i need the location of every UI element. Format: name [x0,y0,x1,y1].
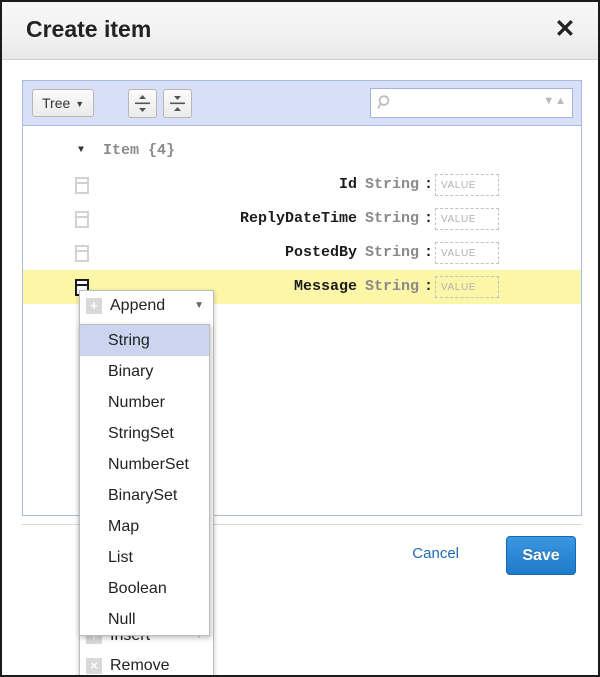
field-colon: : [424,278,433,295]
editor-toolbar: Tree ▼ [23,81,581,126]
cancel-button[interactable]: Cancel [412,545,459,562]
field-value-input[interactable]: VALUE [435,276,499,298]
dialog-header: Create item ✕ [2,2,598,60]
field-value-input[interactable]: VALUE [435,242,499,264]
field-type: String [365,278,419,295]
menu-item-append[interactable]: + Append ▼ [80,291,213,321]
search-nav-controls[interactable]: ▼▲ [543,95,567,107]
menu-item-label: Remove [110,657,170,674]
submenu-item-null[interactable]: Null [80,604,209,635]
type-submenu: String Binary Number StringSet NumberSet… [79,324,210,636]
create-item-dialog: Create item ✕ Tree ▼ [0,0,600,677]
field-colon: : [424,210,433,227]
chevron-down-icon[interactable]: ▼ [78,134,84,168]
tree-row-content: PostedByString: VALUE [133,236,433,273]
menu-item-remove[interactable]: × Remove [80,651,213,677]
expand-all-icon[interactable] [128,89,157,118]
plus-icon: + [86,298,102,314]
field-colon: : [424,244,433,261]
submenu-item-stringset[interactable]: StringSet [80,418,209,449]
field-type: String [365,176,419,193]
field-value-input[interactable]: VALUE [435,208,499,230]
submenu-item-string[interactable]: String [80,325,209,356]
field-icon[interactable] [75,211,89,228]
submenu-item-binary[interactable]: Binary [80,356,209,387]
field-value-input[interactable]: VALUE [435,174,499,196]
field-type: String [365,210,419,227]
tree-root-row[interactable]: ▼ Item {4} [23,134,581,168]
search-input[interactable] [399,89,533,119]
page-title: Create item [26,16,151,43]
table-row[interactable]: ReplyDateTime String: VALUE [23,202,581,236]
json-tree: ▼ Item {4} Id String: VALUE ReplyDateTime… [23,126,581,304]
search-box: ▼▲ [370,88,573,118]
tree-mode-label: Tree [42,95,70,111]
chevron-down-icon: ▼ [75,91,84,118]
tree-row-content: ReplyDateTimeString: VALUE [133,202,433,239]
tree-mode-dropdown[interactable]: Tree ▼ [32,89,94,117]
menu-item-label: Append [110,297,165,314]
collapse-all-icon[interactable] [163,89,192,118]
submenu-item-number[interactable]: Number [80,387,209,418]
submenu-item-map[interactable]: Map [80,511,209,542]
search-icon [377,94,395,112]
table-row[interactable]: Id String: VALUE [23,168,581,202]
submenu-item-binaryset[interactable]: BinarySet [80,480,209,511]
field-key: Message [294,278,357,295]
close-icon[interactable]: ✕ [550,15,580,45]
table-row[interactable]: PostedBy String: VALUE [23,236,581,270]
field-icon[interactable] [75,245,89,262]
save-button[interactable]: Save [506,536,576,575]
field-icon[interactable] [75,177,89,194]
submenu-item-list[interactable]: List [80,542,209,573]
search-next-icon[interactable]: ▼ [543,95,555,107]
field-type: String [365,244,419,261]
close-icon: × [86,658,102,674]
field-colon: : [424,176,433,193]
chevron-down-icon[interactable]: ▼ [194,291,204,321]
tree-row-content: IdString: VALUE [133,168,433,205]
submenu-item-boolean[interactable]: Boolean [80,573,209,604]
submenu-item-numberset[interactable]: NumberSet [80,449,209,480]
field-key: Id [339,176,357,193]
field-key: ReplyDateTime [240,210,357,227]
field-key: PostedBy [285,244,357,261]
search-prev-icon[interactable]: ▲ [555,95,567,107]
tree-root-label: Item {4} [103,134,175,168]
